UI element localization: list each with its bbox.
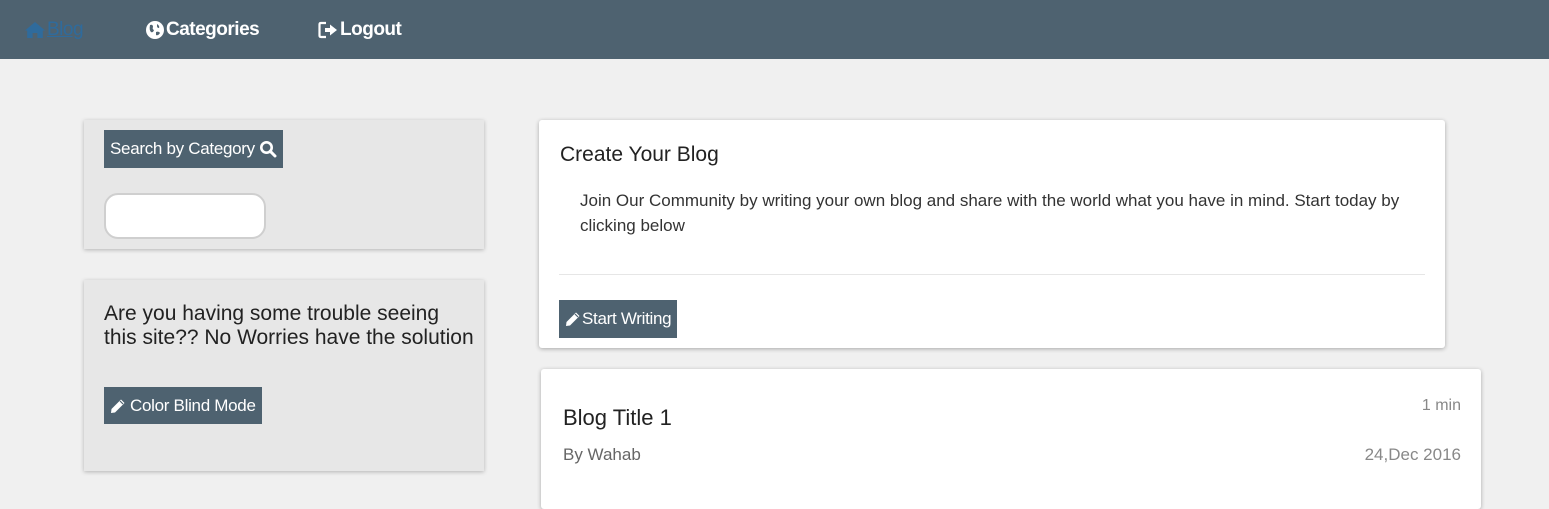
blog-post-date: 24,Dec 2016 bbox=[1364, 445, 1461, 464]
globe-icon bbox=[146, 20, 164, 39]
blog-post-card[interactable]: Blog Title 1 By Wahab 1 min 24,Dec 2016 bbox=[541, 369, 1481, 509]
nav-link-logout[interactable]: Logout bbox=[318, 0, 402, 59]
create-blog-title: Create Your Blog bbox=[560, 143, 719, 166]
category-search-input[interactable] bbox=[104, 193, 266, 239]
create-blog-description: Join Our Community by writing your own b… bbox=[580, 191, 1400, 235]
blog-post-author: By Wahab bbox=[563, 445, 641, 464]
card-divider bbox=[559, 274, 1425, 275]
blog-post-read-time: 1 min bbox=[1421, 397, 1461, 414]
pencil-icon bbox=[111, 399, 125, 413]
nav-link-logout-label: Logout bbox=[340, 18, 402, 40]
color-blind-mode-button[interactable]: Color Blind Mode bbox=[104, 387, 262, 424]
create-blog-card: Create Your Blog Join Our Community by w… bbox=[539, 120, 1445, 348]
nav-link-blog[interactable]: Blog bbox=[24, 0, 84, 59]
accessibility-card: Are you having some trouble seeing this … bbox=[84, 280, 484, 471]
accessibility-help-text: Are you having some trouble seeing this … bbox=[104, 302, 474, 349]
pencil-icon bbox=[566, 312, 580, 326]
sign-out-icon bbox=[318, 21, 337, 38]
nav-link-categories-label: Categories bbox=[166, 18, 260, 40]
top-navbar: Blog Categories Logout bbox=[0, 0, 1549, 59]
search-icon bbox=[259, 141, 277, 158]
search-by-category-label: Search by Category bbox=[110, 139, 255, 158]
blog-post-title[interactable]: Blog Title 1 bbox=[563, 405, 672, 431]
search-by-category-button[interactable]: Search by Category bbox=[104, 130, 283, 168]
nav-link-categories[interactable]: Categories bbox=[145, 0, 260, 59]
start-writing-label: Start Writing bbox=[582, 309, 672, 328]
nav-link-blog-label: Blog bbox=[47, 18, 84, 40]
search-card: Search by Category bbox=[84, 120, 484, 249]
start-writing-button[interactable]: Start Writing bbox=[559, 300, 678, 338]
home-icon bbox=[25, 21, 45, 38]
color-blind-mode-label: Color Blind Mode bbox=[130, 395, 256, 415]
